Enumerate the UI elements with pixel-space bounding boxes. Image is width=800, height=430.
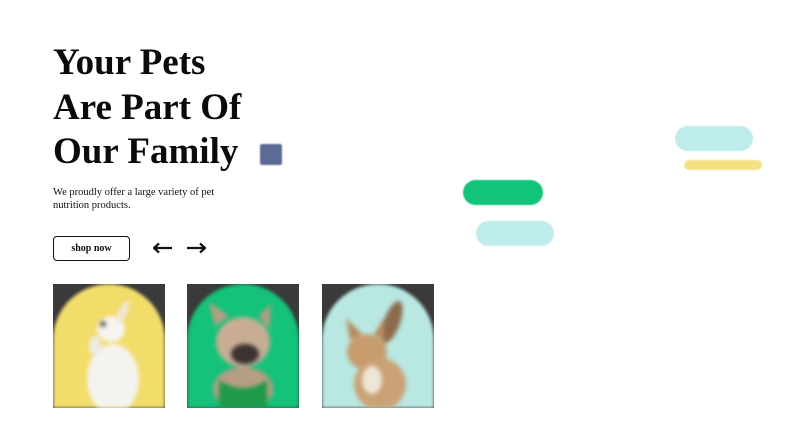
- hero-title: Your Pets Are Part Of Our Family: [53, 41, 241, 175]
- decor-pill-green: [463, 180, 543, 205]
- decor-pill-yellow: [684, 160, 762, 170]
- hero-title-line-2: Are Part Of: [53, 86, 242, 128]
- pet-card-dog[interactable]: [187, 284, 299, 408]
- hero-title-line-1: Your Pets: [53, 42, 206, 83]
- hero-subtitle: We proudly offer a large variety of pet …: [53, 187, 215, 211]
- title-badge-icon: [260, 144, 282, 165]
- decor-pill-mint-lower: [476, 221, 554, 246]
- next-button[interactable]: [185, 238, 207, 258]
- dog-image: [209, 302, 273, 408]
- prev-button[interactable]: [152, 238, 174, 258]
- hero-title-line-3: Our Family: [53, 131, 239, 172]
- decor-pill-mint-upper: [675, 126, 753, 151]
- cat-image: [346, 301, 406, 408]
- arrow-left-icon: [153, 242, 172, 254]
- shop-now-button[interactable]: shop now: [53, 236, 130, 261]
- pet-card-rabbit[interactable]: [53, 284, 165, 408]
- rabbit-image: [87, 300, 139, 408]
- pet-card-cat[interactable]: [322, 284, 434, 408]
- arrow-right-icon: [187, 242, 206, 254]
